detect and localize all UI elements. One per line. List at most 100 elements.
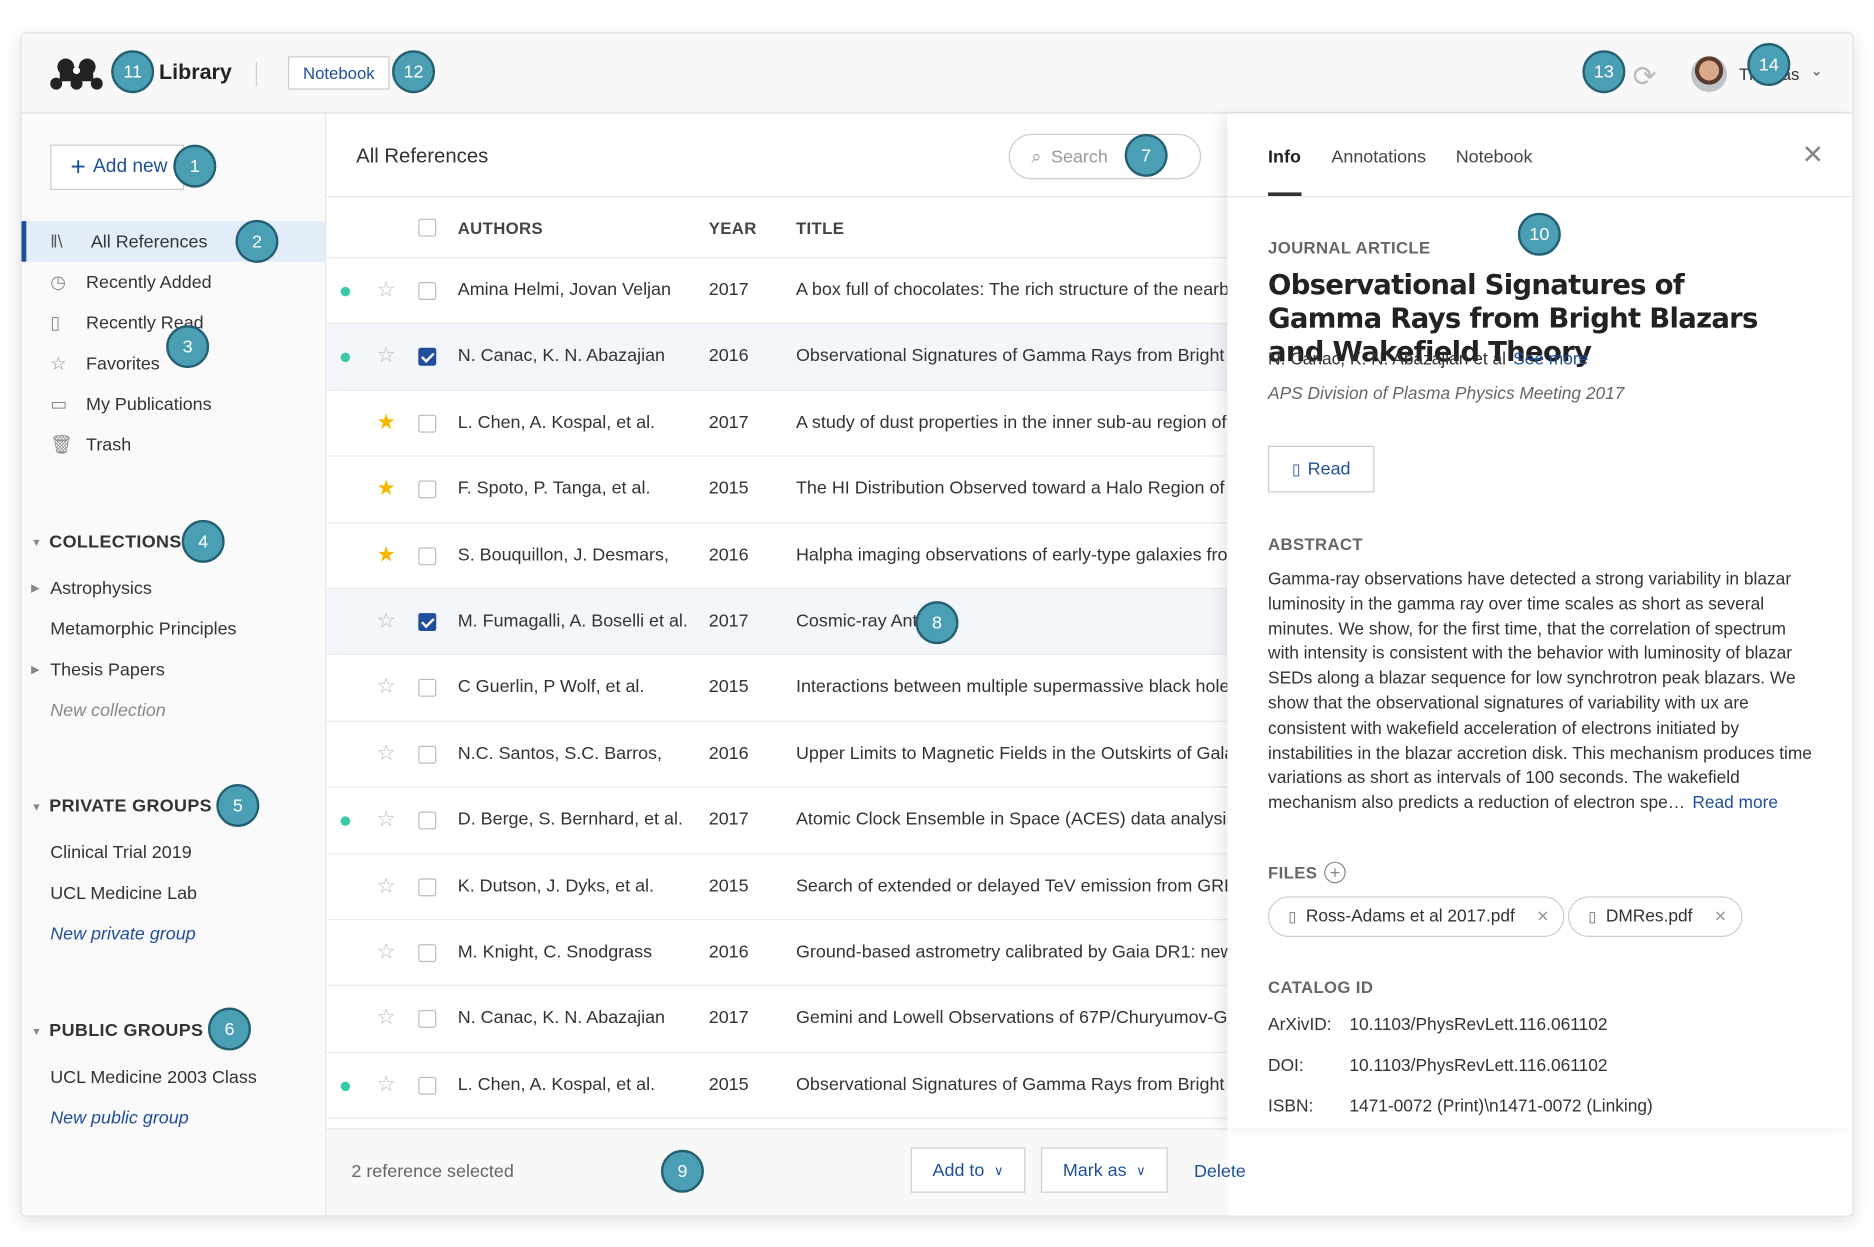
callout-badge: 6 <box>207 1007 251 1051</box>
row-title: Atomic Clock Ensemble in Space (ACES) da… <box>795 809 1228 830</box>
avatar[interactable] <box>1691 56 1727 93</box>
file-chip[interactable]: ▯ DMRes.pdf ✕ <box>1568 896 1743 937</box>
table-row[interactable]: ☆ N. Canac, K. N. Abazajian 2016 Observatio… <box>326 324 1228 391</box>
column-authors[interactable]: AUTHORS <box>458 219 543 238</box>
table-row[interactable]: ☆ L. Chen, A. Kospal, et al. 2015 Observati… <box>326 1053 1228 1119</box>
remove-file-icon[interactable]: ✕ <box>1714 907 1727 926</box>
callout-badge: 11 <box>111 50 155 94</box>
row-title: Upper Limits to Magnetic Fields in the O… <box>795 743 1228 764</box>
star-icon[interactable]: ☆ <box>376 674 395 699</box>
row-checkbox[interactable] <box>418 679 437 698</box>
new-private-group-link[interactable]: New private group <box>50 924 195 944</box>
row-checkbox[interactable] <box>418 745 437 764</box>
row-checkbox[interactable] <box>418 944 437 962</box>
table-row[interactable]: ☆ D. Berge, S. Bernhard, et al. 2017 Atomic… <box>326 788 1228 854</box>
column-year[interactable]: YEAR <box>709 219 757 238</box>
row-checkbox[interactable] <box>418 613 437 631</box>
read-button[interactable]: ▯ Read <box>1268 445 1375 493</box>
row-year: 2017 <box>708 412 749 433</box>
table-row[interactable]: ☆ N. Canac, K. N. Abazajian 2017 Gemini and… <box>326 986 1228 1053</box>
row-year: 2017 <box>708 809 749 830</box>
plus-icon: + <box>70 151 86 182</box>
star-icon[interactable]: ★ <box>376 476 395 501</box>
private-groups-heading[interactable]: ▼ PRIVATE GROUPS <box>31 796 212 816</box>
collections-heading[interactable]: ▼ COLLECTIONS <box>31 532 182 552</box>
table-row[interactable]: ★ L. Chen, A. Kospal, et al. 2017 A study o… <box>326 391 1228 457</box>
authors-text: N. Canac, K. N. Abazajian et al <box>1268 350 1506 370</box>
table-row[interactable]: ☆ N.C. Santos, S.C. Barros, 2016 Upper Limi… <box>326 722 1228 788</box>
group-item[interactable]: UCL Medicine 2003 Class <box>50 1067 257 1087</box>
row-checkbox[interactable] <box>418 282 437 300</box>
bookmark-icon: ▯ <box>50 313 61 334</box>
star-icon[interactable]: ☆ <box>376 873 395 898</box>
star-icon[interactable]: ☆ <box>376 807 395 832</box>
row-checkbox[interactable] <box>418 1076 437 1095</box>
table-row[interactable]: ☆ M. Fumagalli, A. Boselli et al. 2017 Cosm… <box>326 589 1228 656</box>
star-icon[interactable]: ☆ <box>376 608 395 633</box>
row-checkbox[interactable] <box>418 348 437 367</box>
star-icon[interactable]: ★ <box>376 410 395 435</box>
collection-item[interactable]: Metamorphic Principles <box>50 619 236 639</box>
search-input[interactable]: ⌕ Search <box>1008 133 1202 180</box>
table-row[interactable]: ☆ Amina Helmi, Jovan Veljan 2017 A box full… <box>326 258 1228 325</box>
group-item[interactable]: UCL Medicine Lab <box>50 883 197 903</box>
table-row[interactable]: ☆ K. Dutson, J. Dyks, et al. 2015 Search of… <box>326 854 1228 921</box>
table-row[interactable]: ★ S. Bouquillon, J. Desmars, 2016 Halpha im… <box>326 523 1228 590</box>
notebook-button[interactable]: Notebook <box>288 56 390 90</box>
sidebar: + Add new ‖\ All References ◷ Recently Adde… <box>21 113 327 1216</box>
close-icon[interactable]: ✕ <box>1802 140 1824 171</box>
sidebar-item-trash[interactable]: 🗑 Trash <box>22 424 327 465</box>
star-icon[interactable]: ☆ <box>376 939 395 964</box>
table-row[interactable]: ☆ C Guerlin, P Wolf, et al. 2015 Interactio… <box>326 655 1228 722</box>
column-title[interactable]: TITLE <box>796 219 844 238</box>
star-icon[interactable]: ★ <box>376 542 395 567</box>
tab-annotations[interactable]: Annotations <box>1331 147 1426 167</box>
row-checkbox[interactable] <box>418 480 437 499</box>
row-year: 2017 <box>708 279 749 300</box>
star-icon[interactable]: ☆ <box>376 343 395 368</box>
sidebar-item-recently-added[interactable]: ◷ Recently Added <box>22 262 327 303</box>
row-checkbox[interactable] <box>418 414 437 433</box>
row-checkbox[interactable] <box>418 1010 437 1029</box>
row-checkbox[interactable] <box>418 811 437 830</box>
collection-item[interactable]: ▶ Astrophysics <box>31 578 152 598</box>
row-title: The HI Distribution Observed toward a Ha… <box>795 478 1225 499</box>
row-authors: F. Spoto, P. Tanga, et al. <box>457 478 651 499</box>
tab-notebook[interactable]: Notebook <box>1456 147 1533 167</box>
delete-button[interactable]: Delete <box>1194 1162 1246 1182</box>
add-to-label: Add to <box>932 1159 985 1181</box>
add-to-button[interactable]: Add to ∨ <box>910 1147 1026 1193</box>
star-icon[interactable]: ☆ <box>376 1072 395 1097</box>
star-icon[interactable]: ☆ <box>376 277 395 302</box>
caret-down-icon: ▼ <box>31 536 43 548</box>
selection-count: 2 reference selected <box>351 1161 514 1183</box>
tab-info[interactable]: Info <box>1268 147 1301 167</box>
add-file-icon[interactable]: + <box>1324 861 1346 884</box>
table-row[interactable]: ☆ M. Knight, C. Snodgrass 2016 Ground-based… <box>326 920 1228 987</box>
chevron-down-icon[interactable]: ⌄ <box>1811 62 1823 79</box>
new-public-group-link[interactable]: New public group <box>50 1108 189 1128</box>
file-name: DMRes.pdf <box>1605 907 1693 927</box>
row-authors: M. Knight, C. Snodgrass <box>457 941 653 962</box>
add-new-button[interactable]: + Add new <box>50 144 185 191</box>
file-chip[interactable]: ▯ Ross-Adams et al 2017.pdf ✕ <box>1268 896 1565 937</box>
callout-badge: 2 <box>235 219 279 263</box>
row-checkbox[interactable] <box>418 546 437 565</box>
table-row[interactable]: ★ F. Spoto, P. Tanga, et al. 2015 The HI Di… <box>326 457 1228 523</box>
mark-as-button[interactable]: Mark as ∨ <box>1040 1147 1168 1193</box>
read-more-link[interactable]: Read more <box>1692 794 1778 813</box>
sidebar-item-all-references[interactable]: ‖\ All References <box>21 221 327 262</box>
star-icon[interactable]: ☆ <box>376 1005 395 1030</box>
select-all-checkbox[interactable] <box>418 218 437 237</box>
public-groups-heading[interactable]: ▼ PUBLIC GROUPS <box>31 1021 203 1041</box>
remove-file-icon[interactable]: ✕ <box>1536 907 1549 926</box>
group-item[interactable]: Clinical Trial 2019 <box>50 843 191 863</box>
sync-icon[interactable]: ⟳ <box>1633 60 1657 95</box>
see-more-link[interactable]: See more <box>1513 350 1588 369</box>
library-icon: ‖\ <box>50 231 63 252</box>
row-checkbox[interactable] <box>418 877 437 896</box>
sidebar-item-my-publications[interactable]: ▭ My Publications <box>22 384 327 425</box>
new-collection-link[interactable]: New collection <box>50 700 166 720</box>
collection-item[interactable]: ▶ Thesis Papers <box>31 660 165 680</box>
star-icon[interactable]: ☆ <box>376 741 395 766</box>
